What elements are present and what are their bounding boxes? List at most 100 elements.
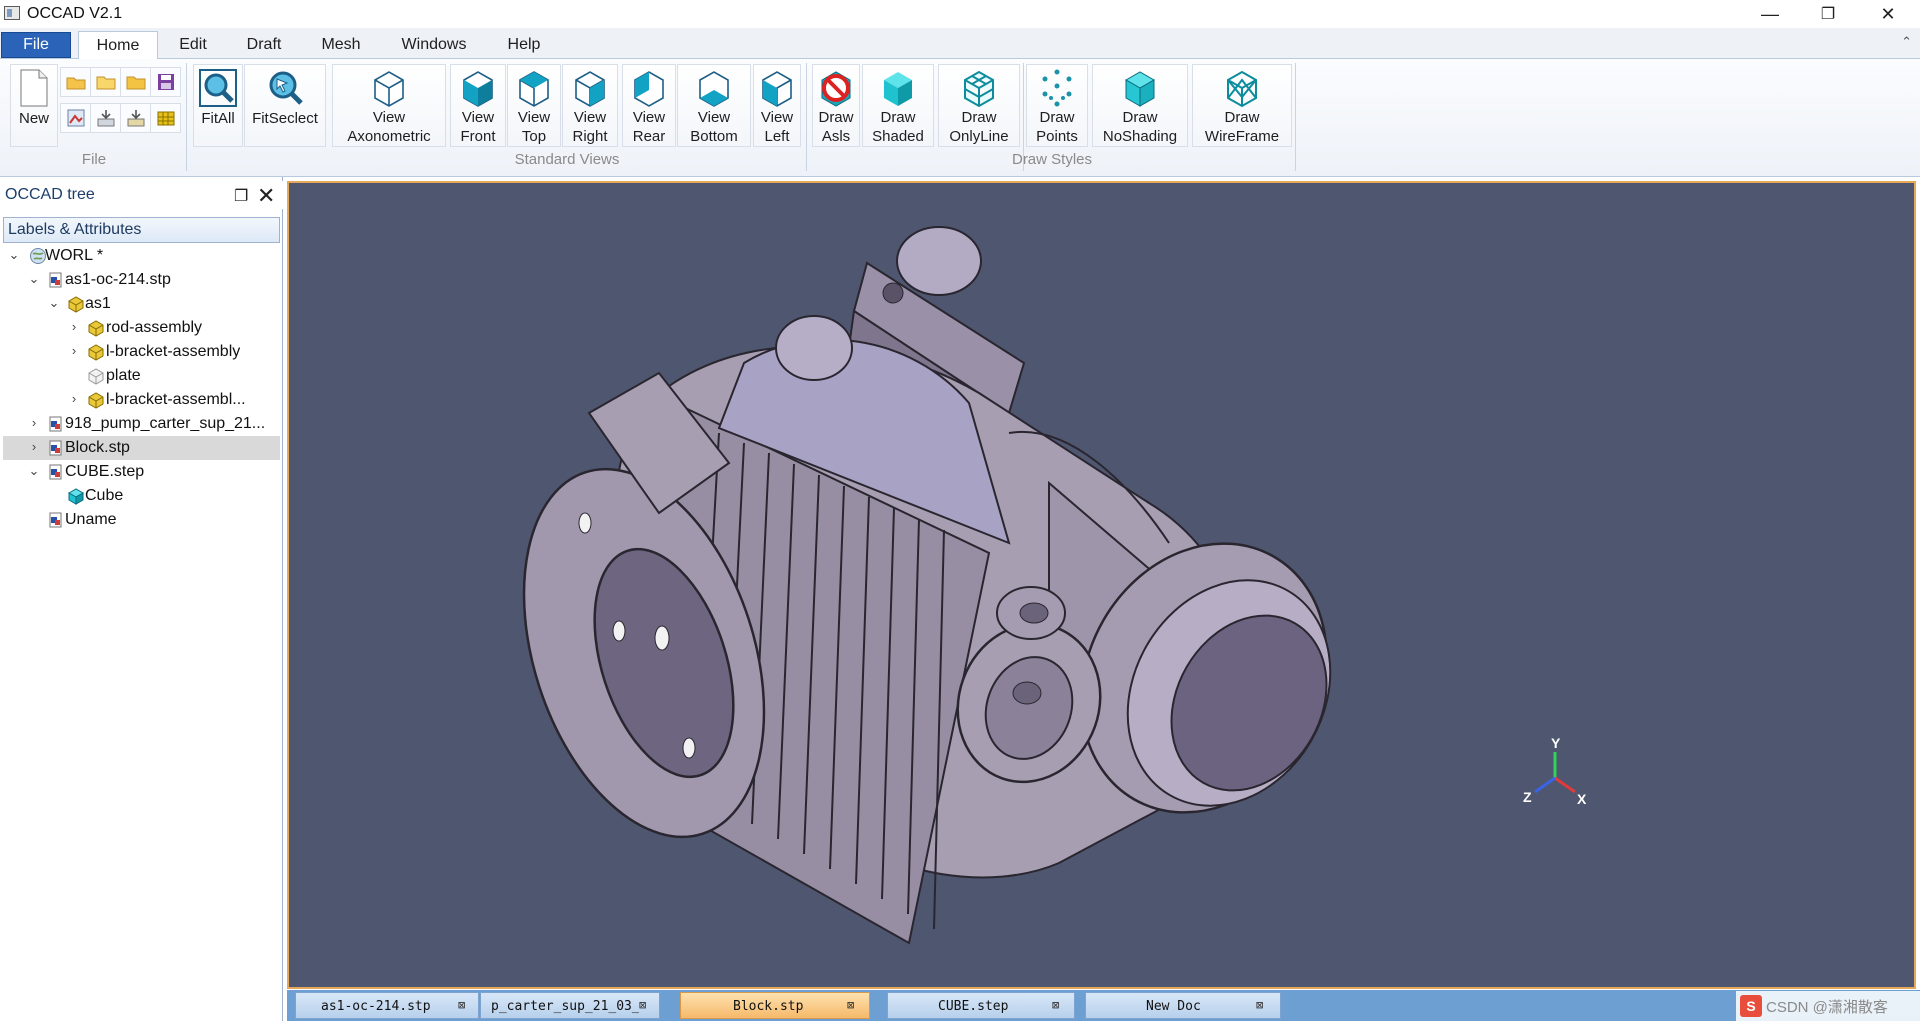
doc-tab-cube-step[interactable]: CUBE.step ⊠ [887, 992, 1075, 1019]
tab-edit[interactable]: Edit [166, 31, 220, 58]
mesh-icon [157, 111, 174, 126]
tree-label: CUBE.step [65, 463, 145, 480]
close-tab-icon[interactable]: ⊠ [458, 998, 465, 1012]
draw-wireframe-label: Draw WireFrame [1204, 109, 1280, 145]
new-button[interactable]: New [10, 64, 58, 147]
close-tab-icon[interactable]: ⊠ [639, 998, 646, 1012]
tree-row-l-bracket-assembly-2[interactable]: › l-bracket-assembl... [3, 388, 280, 412]
view-axonometric-button[interactable]: View Axonometric [332, 64, 446, 147]
document-icon [49, 416, 62, 432]
tree-row-l-bracket-assembly[interactable]: › l-bracket-assembly [3, 340, 280, 364]
tree-label: as1 [85, 295, 111, 312]
tab-mesh[interactable]: Mesh [310, 31, 372, 58]
minimize-button[interactable]: — [1742, 0, 1798, 28]
doc-tab-block[interactable]: Block.stp ⊠ [680, 992, 870, 1019]
tree-label: 918_pump_carter_sup_21... [65, 415, 266, 432]
axis-triad: Y X Z [1523, 735, 1587, 807]
tab-file[interactable]: File [1, 32, 71, 58]
tree-row-as1[interactable]: ⌄ as1 [3, 292, 280, 316]
tree-row-as1-oc-214[interactable]: ⌄ as1-oc-214.stp [3, 268, 280, 292]
save-button[interactable] [150, 67, 181, 97]
tree-row-plate[interactable]: plate [3, 364, 280, 388]
tab-draft[interactable]: Draft [236, 31, 292, 58]
view-bottom-button[interactable]: View Bottom [677, 64, 751, 147]
draw-ais-label: Draw Asls [818, 109, 854, 145]
tab-windows[interactable]: Windows [392, 31, 476, 58]
close-tab-icon[interactable]: ⊠ [1052, 998, 1059, 1012]
import-button[interactable] [120, 67, 151, 97]
export-step-button[interactable] [90, 103, 121, 133]
expander-icon[interactable]: ⌄ [27, 463, 41, 479]
tab-help[interactable]: Help [494, 31, 554, 58]
axis-y-label: Y [1551, 735, 1561, 751]
wireframe-cube-icon [1221, 67, 1263, 108]
axis-z-label: Z [1523, 789, 1532, 805]
restore-button[interactable]: ❐ [1800, 0, 1856, 28]
expander-icon[interactable]: › [67, 319, 81, 334]
document-icon [49, 272, 62, 288]
doc-tab-pump-carter[interactable]: p_carter_sup_21_03_2 ⊠ [480, 992, 660, 1019]
expander-icon[interactable]: ⌄ [7, 247, 21, 263]
view-left-label: View Left [760, 109, 794, 145]
close-panel-icon[interactable]: ✕ [257, 183, 275, 209]
tree-row-cube-step[interactable]: ⌄ CUBE.step [3, 460, 280, 484]
cad-model[interactable]: Y X Z [289, 183, 1914, 987]
tree-label: Cube [85, 487, 124, 504]
export-iges-button[interactable] [120, 103, 151, 133]
view-front-button[interactable]: View Front [450, 64, 506, 147]
tree-row-rod-assembly[interactable]: › rod-assembly [3, 316, 280, 340]
open-folder-button[interactable] [60, 67, 91, 97]
axis-x-label: X [1577, 791, 1587, 807]
front-cube-icon [457, 67, 499, 108]
draw-ais-button[interactable]: Draw Asls [812, 64, 860, 147]
draw-shaded-label: Draw Shaded [872, 109, 924, 145]
expander-icon[interactable]: ⌄ [27, 271, 41, 287]
mesh-button[interactable] [150, 103, 181, 133]
left-cube-icon [756, 67, 798, 108]
expander-icon[interactable]: ⌄ [47, 295, 61, 311]
close-button[interactable]: ✕ [1860, 0, 1916, 28]
doc-tab-label: CUBE.step [938, 999, 1009, 1014]
tree-row-uname[interactable]: Uname [3, 508, 280, 532]
close-tab-icon[interactable]: ⊠ [847, 998, 854, 1012]
view-top-button[interactable]: View Top [507, 64, 561, 147]
tree-row-worl[interactable]: ⌄ WORL * [3, 244, 280, 268]
folder-import-icon [126, 76, 145, 90]
assembly-icon [68, 296, 84, 313]
draw-onlyline-button[interactable]: Draw OnlyLine [938, 64, 1020, 147]
fit-select-button[interactable]: FitSeclect [244, 64, 326, 147]
doc-tab-as1-oc-214[interactable]: as1-oc-214.stp ⊠ [295, 992, 479, 1019]
expander-icon[interactable]: › [27, 415, 41, 430]
view-rear-button[interactable]: View Rear [622, 64, 676, 147]
tab-home[interactable]: Home [78, 31, 158, 60]
tree-label: as1-oc-214.stp [65, 271, 171, 288]
tree-column-header[interactable]: Labels & Attributes [3, 217, 280, 243]
fit-all-icon [197, 67, 239, 109]
export-image-button[interactable] [60, 103, 91, 133]
view-right-button[interactable]: View Right [562, 64, 618, 147]
expander-icon[interactable]: › [27, 439, 41, 454]
tree-panel: OCCAD tree ❐ ✕ Labels & Attributes ⌄ WOR… [0, 177, 283, 1021]
no-entry-icon [815, 67, 857, 108]
draw-wireframe-button[interactable]: Draw WireFrame [1192, 64, 1292, 147]
close-tab-icon[interactable]: ⊠ [1256, 998, 1263, 1012]
view-right-label: View Right [572, 109, 608, 145]
top-cube-icon [513, 67, 555, 108]
view-left-button[interactable]: View Left [753, 64, 801, 147]
right-cube-icon [569, 67, 611, 108]
doc-tab-new-doc[interactable]: New Doc ⊠ [1085, 992, 1281, 1019]
tree-row-block[interactable]: › Block.stp [3, 436, 280, 460]
draw-noshading-button[interactable]: Draw NoShading [1092, 64, 1188, 147]
tree-row-cube[interactable]: Cube [3, 484, 280, 508]
ribbon-collapse-icon[interactable]: ⌃ [1901, 34, 1912, 50]
fit-all-button[interactable]: FitAll [193, 64, 243, 147]
float-panel-icon[interactable]: ❐ [234, 186, 248, 206]
draw-shaded-button[interactable]: Draw Shaded [862, 64, 934, 147]
expander-icon[interactable]: › [67, 343, 81, 358]
open-file-button[interactable] [90, 67, 121, 97]
tree-row-pump-carter[interactable]: › 918_pump_carter_sup_21... [3, 412, 280, 436]
expander-icon[interactable]: › [67, 391, 81, 406]
draw-points-button[interactable]: Draw Points [1026, 64, 1088, 147]
tree-label: plate [106, 367, 141, 384]
3d-viewport[interactable]: Y X Z [287, 181, 1916, 989]
